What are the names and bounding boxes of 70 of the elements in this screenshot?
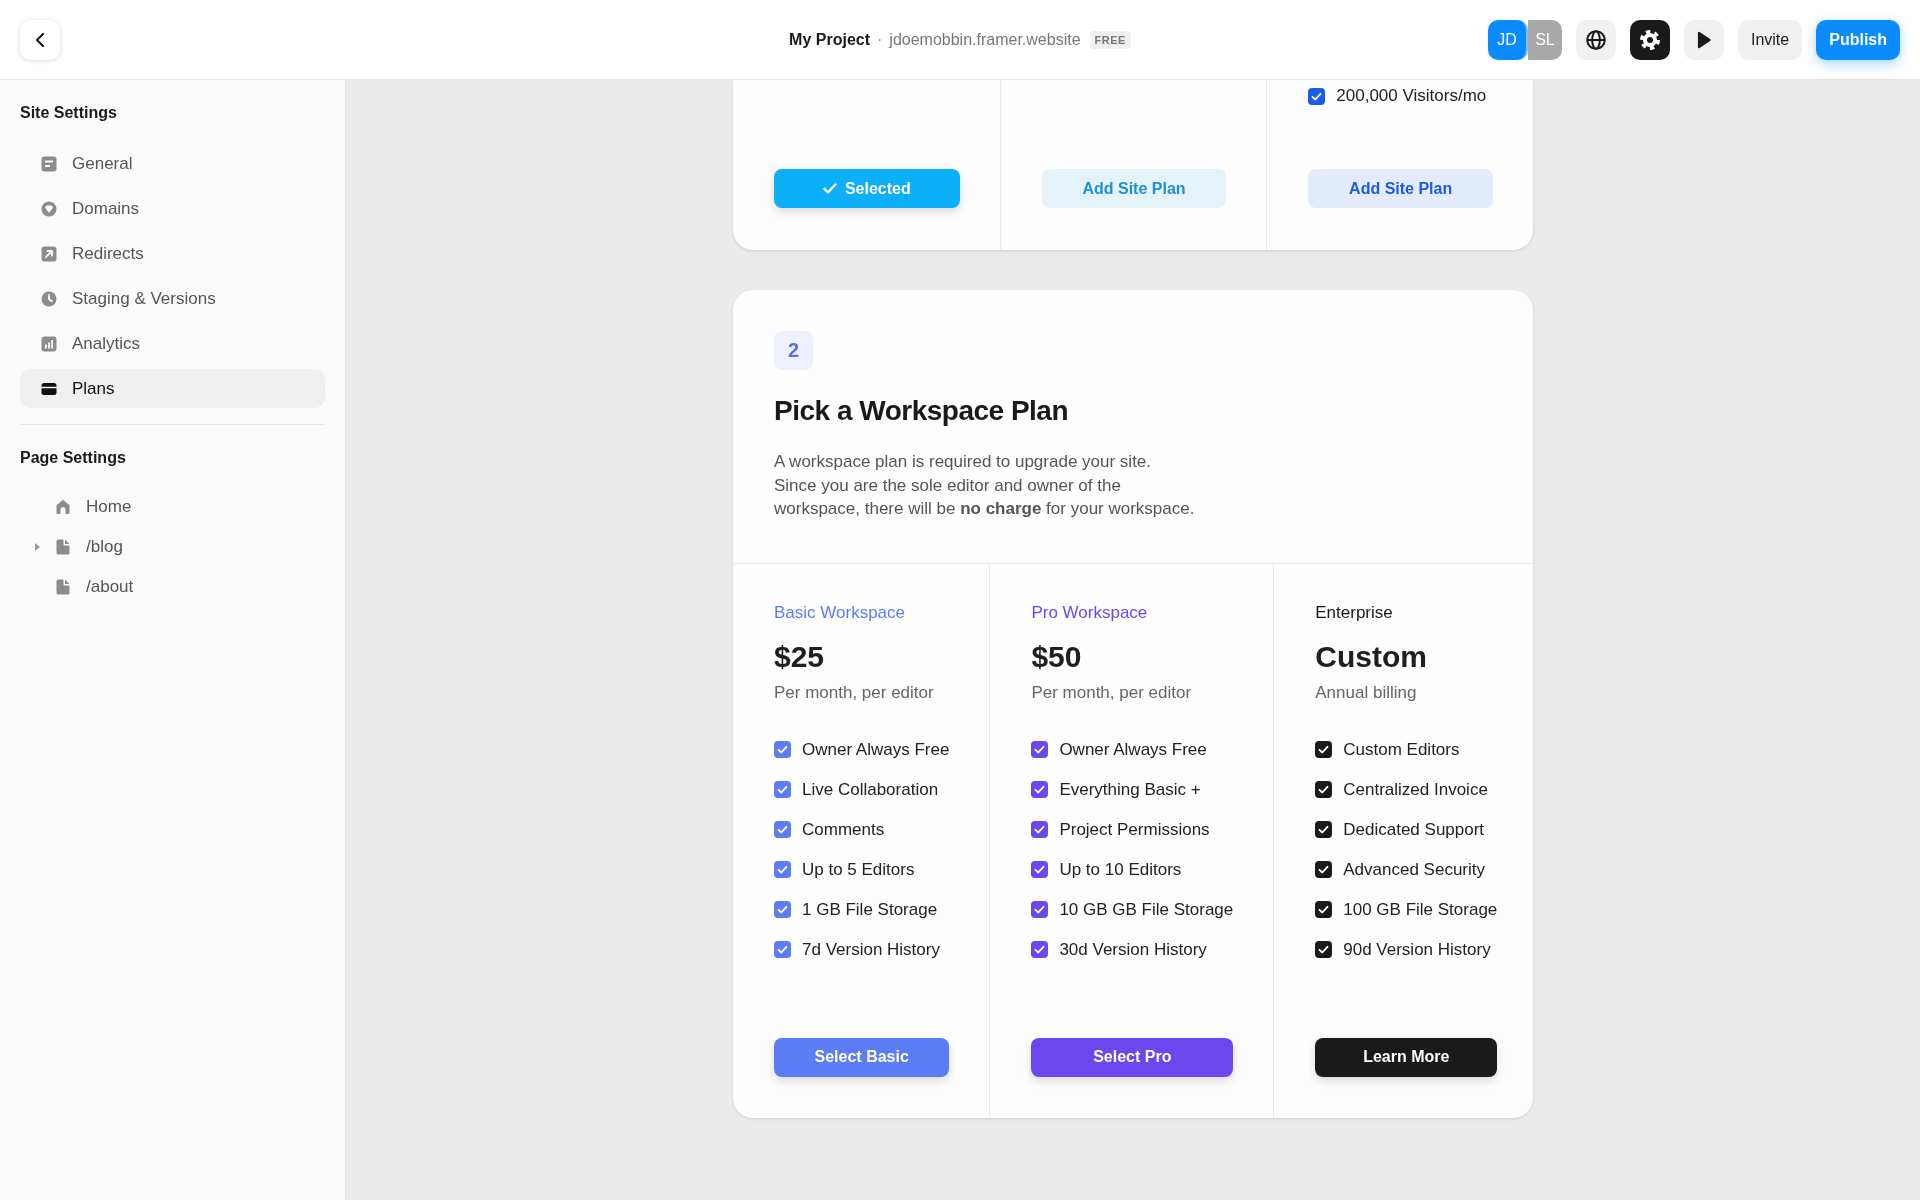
select-plan-button[interactable]: Select Pro [1031,1037,1234,1077]
sidebar-item[interactable]: General [20,144,325,183]
sidebar-item[interactable]: Redirects [20,234,325,273]
feature-label: Owner Always Free [802,739,950,760]
gem-icon [41,200,57,217]
plan-price: $50 [1031,638,1082,675]
feature-label: Advanced Security [1343,859,1485,880]
sidebar-item[interactable]: Domains [20,189,325,228]
feature-label: Comments [802,819,885,840]
sidebar-item[interactable]: Plans [20,369,325,408]
billing-note: Per month, per editor [774,681,934,704]
gear-icon [1639,29,1660,50]
feature-label: 100 GB File Storage [1343,899,1498,920]
plan-description: A workspace plan is required to upgrade your site. Since you are the sole editor and owner of the workspace, there will be no charge for your workspace. [774,451,1196,520]
plan-price: Custom [1315,638,1427,675]
feature-label: Custom Editors [1343,739,1460,760]
play-icon [1696,30,1711,49]
arrow-square-icon [41,245,57,262]
plan-name: Enterprise [1315,602,1393,623]
caret-right-icon[interactable] [34,543,40,551]
sidebar-item[interactable]: Staging & Versions [20,279,325,318]
bar-chart-icon [41,335,57,352]
page-icon [56,579,70,595]
sidebar-item[interactable]: Analytics [20,324,325,363]
page-item[interactable]: /about [20,567,325,607]
project-name: My Project [789,30,870,49]
feature-label: 200,000 Visitors/mo [1336,86,1487,106]
home-icon [56,499,70,515]
document-icon [41,155,57,172]
plan-badge: FREE [1089,30,1131,49]
feature-label: 90d Version History [1343,939,1491,960]
select-plan-button[interactable]: Learn More [1315,1037,1498,1077]
feature-label: Live Collaboration [802,779,939,800]
invite-button[interactable]: Invite [1737,19,1803,60]
feature-label: Dedicated Support [1343,819,1485,840]
plan-name: Pro Workspace [1031,602,1148,623]
page-icon [56,539,70,555]
back-button[interactable] [20,19,60,60]
feature-label: Owner Always Free [1059,739,1207,760]
section-title: Site Settings [20,103,117,123]
feature-label: Up to 5 Editors [802,859,915,880]
select-plan-button[interactable]: Select Basic [774,1037,950,1077]
billing-note: Annual billing [1315,681,1417,704]
card-icon [41,380,57,397]
globe-icon [1585,29,1606,50]
clock-icon [41,290,57,307]
step-number: 2 [774,331,813,370]
page-item[interactable]: Home [20,487,325,527]
card-title: Pick a Workspace Plan [774,394,1069,428]
play-button[interactable] [1683,19,1724,60]
page-item[interactable]: /blog [20,527,325,567]
site-domain-link[interactable]: jdoemobbin.framer.website [889,30,1081,49]
feature-label: 30d Version History [1059,939,1207,960]
chevron-left-icon [36,32,44,47]
feature-label: Centralized Invoice [1343,779,1488,800]
check-icon [822,183,837,194]
settings-button[interactable] [1629,19,1670,60]
feature-label: Up to 10 Editors [1059,859,1182,880]
feature-label: 1 GB File Storage [802,899,938,920]
plan-name: Basic Workspace [774,602,905,623]
separator: · [877,30,883,49]
globe-button[interactable] [1575,19,1616,60]
feature-label: 10 GB GB File Storage [1059,899,1234,920]
billing-note: Per month, per editor [1031,681,1192,704]
section-title: Page Settings [20,448,126,468]
feature-label: 7d Version History [802,939,940,960]
feature-label: Everything Basic + [1059,779,1201,800]
plan-price: $25 [774,638,825,675]
feature-label: Project Permissions [1059,819,1210,840]
site-plan-button[interactable]: Add Site Plan [1308,169,1493,208]
